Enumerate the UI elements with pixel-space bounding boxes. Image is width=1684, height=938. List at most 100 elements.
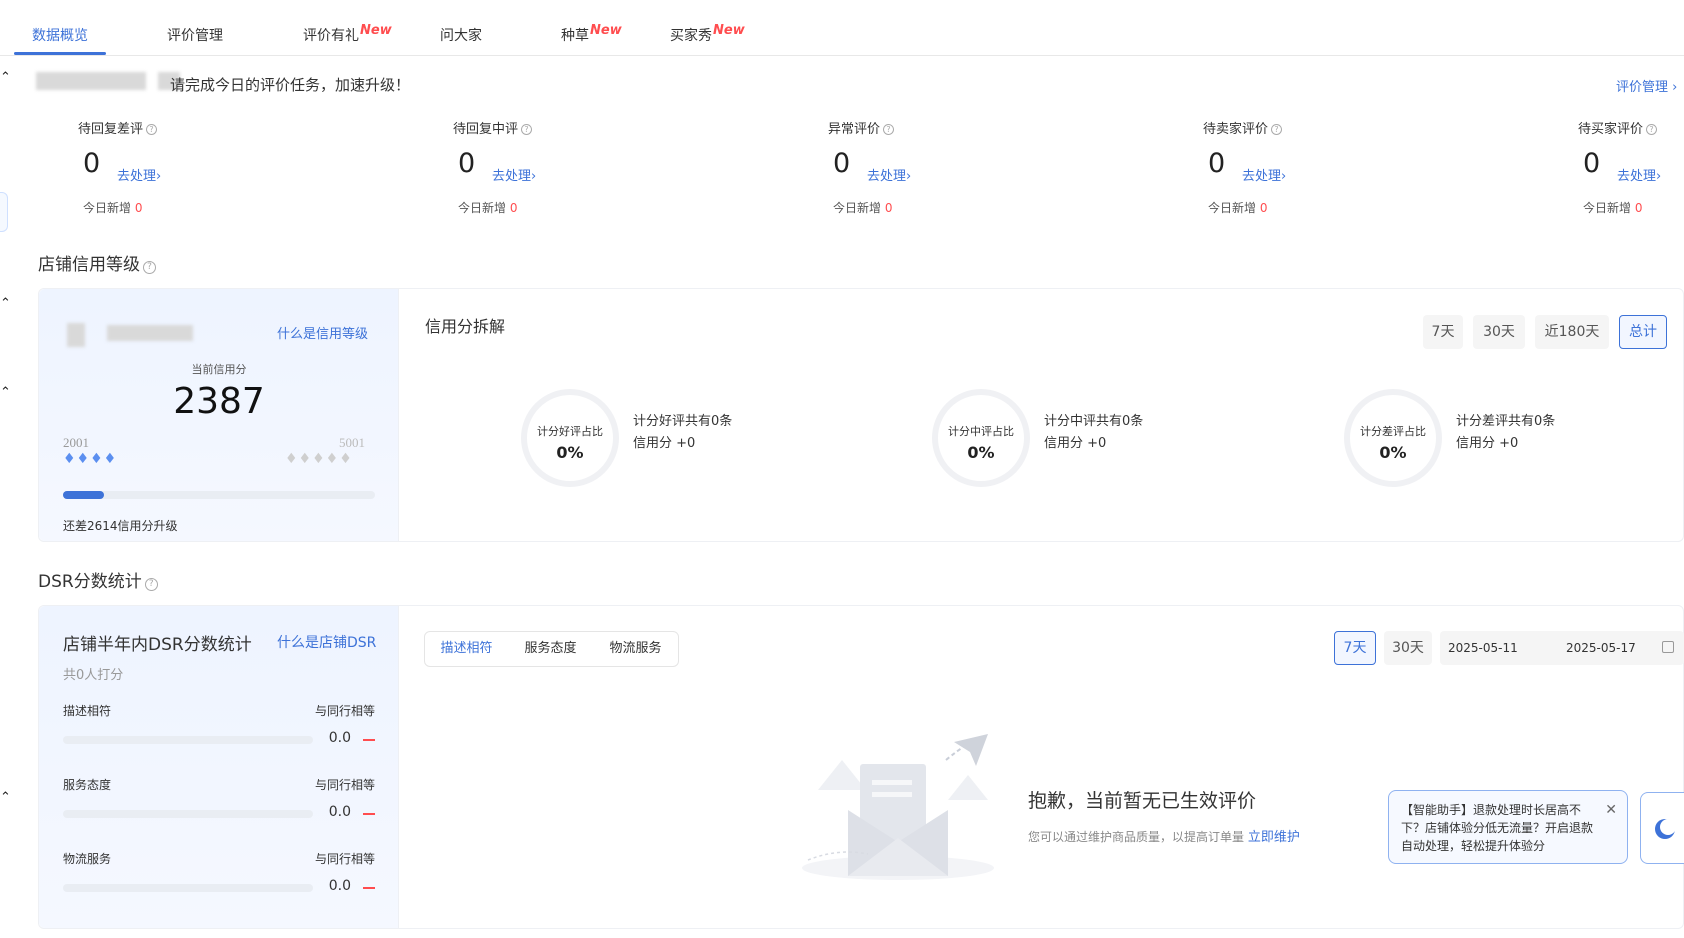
task-pending-negative: 待回复差评? 0 去处理› 今日新增 0 bbox=[78, 122, 162, 215]
help-icon[interactable]: ? bbox=[143, 261, 156, 274]
task-count: 0 bbox=[83, 148, 101, 179]
help-icon[interactable]: ? bbox=[883, 124, 895, 135]
dsr-range-30d-button[interactable]: 30天 bbox=[1384, 631, 1432, 665]
tab-buyer-show[interactable]: 买家秀New bbox=[670, 23, 745, 45]
today-new: 今日新增 0 bbox=[83, 201, 143, 215]
dsr-tab-service[interactable]: 服务态度 bbox=[508, 631, 594, 667]
positive-ratio-detail: 计分好评共有0条 信用分 +0 bbox=[633, 414, 733, 451]
today-new: 今日新增 0 bbox=[1583, 201, 1643, 215]
chevron-up-icon[interactable]: ⌃ bbox=[0, 385, 11, 400]
tab-seeding[interactable]: 种草New bbox=[561, 23, 622, 45]
diamond-level-icon: ♦♦♦♦ bbox=[63, 451, 118, 467]
positive-ratio-ring: 计分好评占比 0% bbox=[521, 389, 619, 487]
maintain-now-link[interactable]: 立即维护 bbox=[1248, 830, 1300, 845]
process-link[interactable]: 去处理› bbox=[1242, 165, 1286, 184]
range-total-button[interactable]: 总计 bbox=[1619, 315, 1667, 349]
neutral-ratio-ring: 计分中评占比 0% bbox=[932, 389, 1030, 487]
today-new: 今日新增 0 bbox=[458, 201, 518, 215]
empty-description: 您可以通过维护商品质量，以提高订单量 立即维护 bbox=[1028, 830, 1300, 845]
task-pending-neutral: 待回复中评? 0 去处理› 今日新增 0 bbox=[453, 122, 537, 215]
assistant-tip: 【智能助手】退款处理时长居高不下？店铺体验分低无流量？开启退款自动处理，轻松提升… bbox=[1388, 790, 1628, 864]
today-new: 今日新增 0 bbox=[833, 201, 893, 215]
dsr-bar-track bbox=[63, 736, 313, 744]
dsr-item-description: 描述相符 与同行相等 0.0 bbox=[63, 704, 375, 746]
review-management-link[interactable]: 评价管理 › bbox=[1616, 76, 1677, 95]
neutral-ratio-detail: 计分中评共有0条 信用分 +0 bbox=[1044, 414, 1144, 451]
new-badge: New bbox=[590, 23, 622, 38]
credit-card: 什么是信用等级 当前信用分 2387 2001 5001 ♦♦♦♦ ♦♦♦♦♦ … bbox=[38, 288, 1684, 542]
dsr-tab-description[interactable]: 描述相符 bbox=[424, 631, 509, 667]
equal-dash-icon bbox=[363, 739, 375, 741]
equal-dash-icon bbox=[363, 887, 375, 889]
process-link[interactable]: 去处理› bbox=[1617, 165, 1661, 184]
credit-level-pane: 什么是信用等级 当前信用分 2387 2001 5001 ♦♦♦♦ ♦♦♦♦♦ … bbox=[39, 289, 399, 541]
range-30d-button[interactable]: 30天 bbox=[1473, 315, 1525, 349]
range-7d-button[interactable]: 7天 bbox=[1423, 315, 1463, 349]
help-icon[interactable]: ? bbox=[144, 578, 158, 591]
task-abnormal: 异常评价? 0 去处理› 今日新增 0 bbox=[828, 122, 912, 215]
task-count: 0 bbox=[458, 148, 476, 179]
date-end: 2025-05-17 bbox=[1566, 641, 1636, 655]
range-min: 2001 bbox=[63, 435, 89, 450]
assistant-launcher[interactable] bbox=[1640, 792, 1684, 864]
tab-review-gift[interactable]: 评价有礼New bbox=[303, 23, 392, 45]
date-start: 2025-05-11 bbox=[1448, 641, 1518, 655]
dsr-bar-track bbox=[63, 810, 313, 818]
equal-dash-icon bbox=[363, 813, 375, 815]
task-count: 0 bbox=[1583, 148, 1601, 179]
task-pending-buyer: 待买家评价? 0 去处理› 今日新增 0 bbox=[1578, 122, 1662, 215]
dsr-item-service: 服务态度 与同行相等 0.0 bbox=[63, 778, 375, 820]
empty-mail-illustration bbox=[802, 734, 994, 880]
what-is-credit-link[interactable]: 什么是信用等级 bbox=[277, 323, 368, 342]
new-badge: New bbox=[360, 23, 392, 38]
tab-bar: 数据概览 评价管理 评价有礼New 问大家 种草New 买家秀New bbox=[0, 0, 1684, 56]
sidebar-edge[interactable] bbox=[0, 192, 8, 232]
credit-section-title: 店铺信用等级? bbox=[38, 250, 156, 275]
what-is-dsr-link[interactable]: 什么是店铺DSR bbox=[277, 632, 376, 652]
blurred-username bbox=[36, 72, 146, 90]
tab-ask-everyone[interactable]: 问大家 bbox=[440, 25, 482, 45]
today-new: 今日新增 0 bbox=[1208, 201, 1268, 215]
dsr-bar-track bbox=[63, 884, 313, 892]
dsr-item-logistics: 物流服务 与同行相等 0.0 bbox=[63, 852, 375, 894]
chevron-up-icon[interactable]: ⌃ bbox=[0, 70, 11, 85]
dsr-raters: 共0人打分 bbox=[63, 668, 124, 683]
credit-progress-fill bbox=[63, 491, 104, 499]
credit-score: 2387 bbox=[173, 381, 265, 422]
task-banner-text: 请完成今日的评价任务，加速升级！ bbox=[170, 76, 411, 94]
blurred-avatar bbox=[67, 323, 85, 347]
tab-review-management[interactable]: 评价管理 bbox=[167, 25, 223, 45]
assistant-moon-icon bbox=[1655, 819, 1676, 839]
credit-breakdown-title: 信用分拆解 bbox=[425, 317, 506, 336]
help-icon[interactable]: ? bbox=[521, 124, 533, 135]
chevron-up-icon[interactable]: ⌃ bbox=[0, 790, 11, 805]
process-link[interactable]: 去处理› bbox=[117, 165, 161, 184]
negative-ratio-ring: 计分差评占比 0% bbox=[1344, 389, 1442, 487]
dsr-card-title: 店铺半年内DSR分数统计 bbox=[63, 635, 252, 655]
date-range-picker[interactable]: 2025-05-11 2025-05-17 bbox=[1440, 631, 1684, 665]
help-icon[interactable]: ? bbox=[146, 124, 158, 135]
empty-title: 抱歉，当前暂无已生效评价 bbox=[1028, 790, 1257, 812]
tab-data-overview[interactable]: 数据概览 bbox=[32, 25, 88, 45]
task-count: 0 bbox=[1208, 148, 1226, 179]
process-link[interactable]: 去处理› bbox=[492, 165, 536, 184]
dsr-stats-pane: 店铺半年内DSR分数统计 什么是店铺DSR 共0人打分 描述相符 与同行相等 0… bbox=[39, 606, 399, 928]
help-icon[interactable]: ? bbox=[1646, 124, 1658, 135]
task-pending-seller: 待卖家评价? 0 去处理› 今日新增 0 bbox=[1203, 122, 1287, 215]
active-tab-indicator bbox=[14, 52, 106, 55]
process-link[interactable]: 去处理› bbox=[867, 165, 911, 184]
credit-score-label: 当前信用分 bbox=[191, 363, 247, 376]
help-icon[interactable]: ? bbox=[1271, 124, 1283, 135]
upgrade-text: 还差2614信用分升级 bbox=[63, 519, 178, 533]
range-max: 5001 bbox=[339, 435, 365, 450]
range-180d-button[interactable]: 近180天 bbox=[1535, 315, 1609, 349]
task-count: 0 bbox=[833, 148, 851, 179]
chevron-up-icon[interactable]: ⌃ bbox=[0, 296, 11, 311]
close-icon[interactable]: ✕ bbox=[1605, 801, 1617, 819]
calendar-icon bbox=[1662, 641, 1674, 653]
credit-progress-track bbox=[63, 491, 375, 499]
dsr-tab-logistics[interactable]: 物流服务 bbox=[593, 631, 679, 667]
new-badge: New bbox=[713, 23, 745, 38]
dsr-section-title: DSR分数统计? bbox=[38, 567, 158, 592]
dsr-range-7d-button[interactable]: 7天 bbox=[1334, 631, 1376, 665]
